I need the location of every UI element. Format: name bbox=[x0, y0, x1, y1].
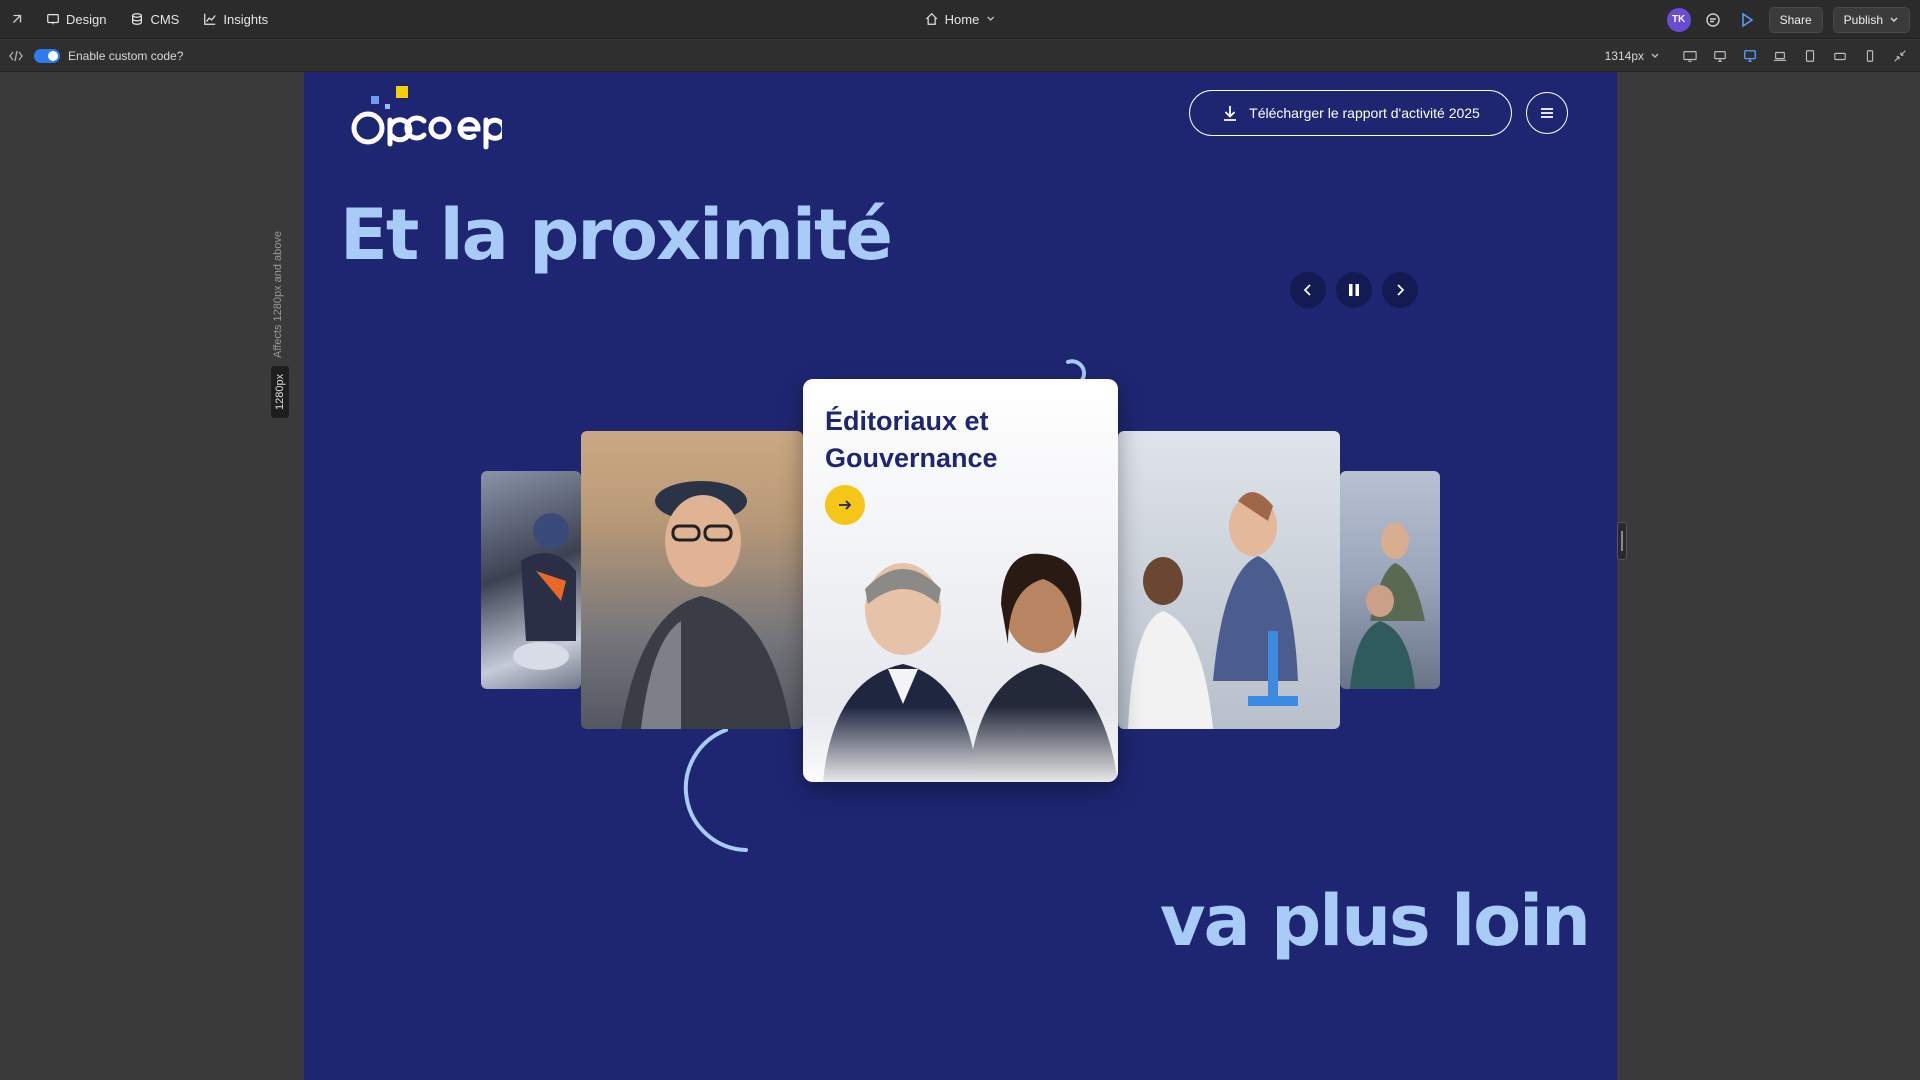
width-selector[interactable]: 1314px bbox=[1605, 49, 1660, 63]
carousel-next-button[interactable] bbox=[1382, 272, 1418, 308]
motorbike-illustration bbox=[513, 513, 576, 670]
tablet-landscape-icon[interactable] bbox=[1830, 46, 1850, 66]
design-tab-label: Design bbox=[66, 11, 107, 27]
desktop-icon[interactable] bbox=[1710, 46, 1730, 66]
desktop-base-icon[interactable] bbox=[1740, 46, 1760, 66]
chevron-down-icon bbox=[1651, 53, 1659, 58]
width-value: 1314px bbox=[1604, 49, 1644, 63]
publish-button[interactable]: Publish bbox=[1832, 6, 1910, 33]
home-icon bbox=[925, 12, 938, 25]
user-avatar[interactable]: TK bbox=[1666, 7, 1691, 32]
custom-code-toggle[interactable] bbox=[34, 48, 60, 63]
database-icon bbox=[132, 13, 143, 25]
breakpoint-value[interactable]: 1280px bbox=[271, 366, 289, 418]
code-icon bbox=[4, 44, 28, 68]
hamburger-menu-button[interactable] bbox=[1526, 92, 1568, 134]
breakpoint-toolbar: Enable custom code? 1314px bbox=[0, 40, 1920, 72]
logo-square-yellow bbox=[396, 86, 408, 98]
cms-tab-label: CMS bbox=[150, 11, 180, 27]
hamburger-icon bbox=[1541, 108, 1553, 118]
carousel-prev-button[interactable] bbox=[1290, 272, 1326, 308]
share-button-label: Share bbox=[1779, 12, 1812, 27]
custom-code-label: Enable custom code? bbox=[68, 48, 184, 63]
decorative-arc-bottom bbox=[683, 728, 748, 852]
arrow-right-icon bbox=[839, 500, 852, 510]
chevron-right-icon bbox=[1397, 284, 1405, 296]
chevron-left-icon bbox=[1303, 284, 1311, 296]
carousel-photo-worker[interactable] bbox=[581, 431, 803, 729]
page-selector[interactable]: Home bbox=[925, 12, 996, 27]
worker-illustration bbox=[581, 431, 803, 729]
office-illustration bbox=[1350, 523, 1425, 689]
card-portrait-photo bbox=[803, 529, 1118, 782]
carousel-photo-lab[interactable] bbox=[1118, 431, 1340, 729]
breakpoint-note: Affects 1280px and above bbox=[272, 230, 284, 358]
publish-button-label: Publish bbox=[1843, 12, 1883, 27]
lab-illustration bbox=[1128, 492, 1298, 729]
insights-tab-label: Insights bbox=[223, 11, 269, 27]
editor-topbar: Design CMS Insights Home TK Share Publis… bbox=[0, 0, 1920, 39]
opco-ep-wordmark bbox=[351, 111, 502, 150]
pause-icon bbox=[1349, 284, 1359, 296]
design-tab[interactable]: Design bbox=[34, 5, 118, 33]
back-arrow-icon[interactable] bbox=[0, 5, 34, 33]
download-report-button[interactable]: Télécharger le rapport d'activité 2025 bbox=[1189, 90, 1512, 136]
site-logo[interactable] bbox=[350, 86, 510, 156]
mobile-icon[interactable] bbox=[1860, 46, 1880, 66]
preview-play-icon[interactable] bbox=[1735, 8, 1759, 32]
breakpoint-label: Affects 1280px and above 1280px bbox=[271, 218, 290, 418]
carousel-pause-button[interactable] bbox=[1336, 272, 1372, 308]
hero-headline-bottom: va plus loin bbox=[1159, 880, 1591, 962]
comments-icon[interactable] bbox=[1701, 8, 1725, 32]
chart-icon bbox=[204, 13, 217, 25]
design-icon bbox=[47, 14, 59, 25]
canvas-resize-handle[interactable] bbox=[1617, 522, 1627, 560]
website-canvas: Télécharger le rapport d'activité 2025 E… bbox=[304, 72, 1617, 1080]
featured-card[interactable]: Éditoriaux et Gouvernance bbox=[803, 379, 1118, 782]
page-selector-label: Home bbox=[944, 11, 980, 27]
desktop-large-icon[interactable] bbox=[1680, 46, 1700, 66]
share-button[interactable]: Share bbox=[1768, 6, 1823, 33]
tablet-icon[interactable] bbox=[1800, 46, 1820, 66]
download-icon bbox=[1224, 106, 1237, 121]
cms-tab[interactable]: CMS bbox=[118, 5, 191, 33]
insights-tab[interactable]: Insights bbox=[191, 5, 280, 33]
download-report-label: Télécharger le rapport d'activité 2025 bbox=[1249, 105, 1480, 121]
card-title: Éditoriaux et Gouvernance bbox=[825, 406, 998, 473]
collapse-icon[interactable] bbox=[1890, 46, 1910, 66]
card-arrow-button[interactable] bbox=[825, 485, 865, 525]
carousel-photo-motorbike[interactable] bbox=[481, 471, 581, 689]
laptop-icon[interactable] bbox=[1770, 46, 1790, 66]
chevron-down-icon bbox=[986, 16, 994, 21]
carousel-photo-office[interactable] bbox=[1340, 471, 1440, 689]
hero-headline-top: Et la proximité bbox=[340, 194, 893, 276]
chevron-down-icon bbox=[1890, 17, 1898, 22]
